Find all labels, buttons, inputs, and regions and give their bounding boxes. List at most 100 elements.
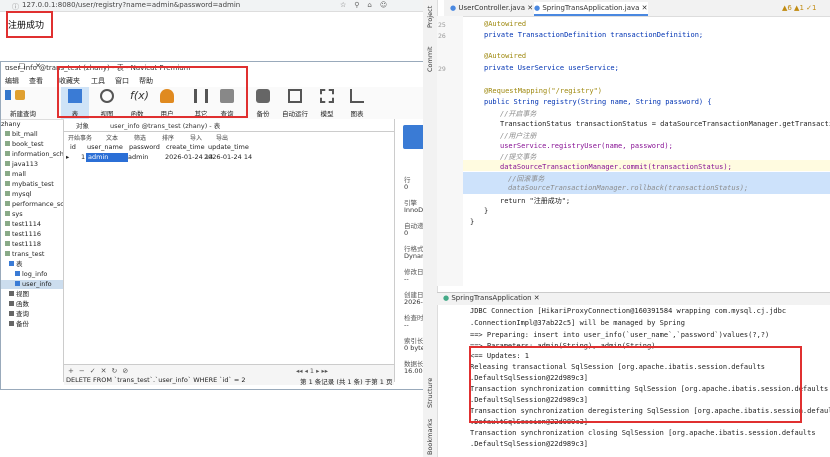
class-icon: ● [534,4,541,12]
database-icon [5,151,10,156]
tree-item-db[interactable]: trans_test [5,250,44,259]
page-indicator[interactable]: ◂◂ ◂ 1 ▸ ▸▸ [296,367,328,375]
tree-item-db[interactable]: mybatis_test [5,180,54,189]
column-header-update-time[interactable]: update_time [208,143,249,152]
commit-tool-button[interactable]: Commit [426,46,434,72]
tree-item-db[interactable]: test1114 [5,220,41,229]
table-icon [15,281,20,286]
cell-update-time[interactable]: 2026-01-24 14 [204,153,252,162]
function-icon [9,301,14,306]
code-comment[interactable]: //用户注册 [500,131,536,141]
database-icon [5,221,10,226]
code-comment[interactable]: //开启事务 [500,109,536,119]
tree-item-db[interactable]: test1116 [5,230,41,239]
structure-tool-button[interactable]: Structure [426,378,434,408]
code-line[interactable]: } [484,207,488,215]
tree-item-connection[interactable]: zhany [1,120,20,129]
database-icon [5,241,10,246]
tree-item-table[interactable]: log_info [15,270,47,279]
column-header-user-name[interactable]: user_name [87,143,123,152]
code-line[interactable]: public String registry(String name, Stri… [484,98,712,106]
inspection-widget[interactable]: ▲6 ▲1 ✓1 [782,2,816,14]
view-icon [9,291,14,296]
code-line[interactable]: @Autowired [484,20,526,28]
data-subtoolbar: 开始事务 文本 筛选 排序 导入 导出 [64,132,394,142]
url-text[interactable]: 127.0.0.1:8080/user/registry?name=admin&… [22,0,240,11]
tree-item-db[interactable]: bit_mall [5,130,38,139]
browser-action-icons[interactable]: ☆⚲⌂☺ [340,0,395,11]
tree-item-db[interactable]: mall [5,170,26,179]
toolbar-model[interactable]: 模型 [313,87,341,119]
tree-item-db[interactable]: mysql [5,190,32,199]
console-line: .ConnectionImpl@37ab22c5] will be manage… [470,319,685,327]
tool-window-strip: Project Commit Structure Bookmarks [423,0,438,457]
code-comment-disabled[interactable]: //回滚事务 [508,174,544,184]
code-line[interactable]: @RequestMapping("/registry") [484,87,602,95]
tree-item-db[interactable]: information_schema [5,150,63,159]
code-line[interactable]: private UserService userService; [484,64,619,72]
column-header-id[interactable]: id [70,143,76,152]
table-folder-icon [9,261,14,266]
tree-item-views[interactable]: 视图 [9,290,29,299]
info-checked-value: -- [404,321,409,329]
tree-item-queries[interactable]: 查询 [9,310,29,319]
editor-tabs: ● UserController.java ✕ ● SpringTransApp… [444,0,830,17]
record-count: 第 1 条记录 (共 1 条) 于第 1 页 [300,378,393,386]
text-button[interactable]: 文本 [106,133,118,142]
record-nav-buttons[interactable]: +−✓✕↻⊘ [68,367,133,375]
tree-item-db[interactable]: sys [5,210,23,219]
export-button[interactable]: 导出 [216,133,228,142]
toolbar-autorun[interactable]: 自动运行 [281,87,309,119]
info-autoinc-value: 0 [404,229,409,237]
tree-item-db[interactable]: test1118 [5,240,41,249]
new-query-button[interactable]: 新建查询 [1,87,45,119]
tree-item-backups[interactable]: 备份 [9,320,29,329]
sort-button[interactable]: 排序 [162,133,174,142]
column-header-create-time[interactable]: create_time [166,143,205,152]
code-line[interactable]: TransactionStatus transactionStatus = da… [500,120,830,128]
new-query-icon [15,90,25,100]
code-line[interactable]: private TransactionDefinition transactio… [484,31,703,39]
cell-password[interactable]: admin [128,153,148,162]
database-icon [5,181,10,186]
tree-item-functions[interactable]: 函数 [9,300,29,309]
tree-item-db[interactable]: java113 [5,160,38,169]
data-grid: id user_name password create_time update… [64,143,394,368]
toolbar-chart[interactable]: 图表 [343,87,371,119]
tree-item-tables[interactable]: 表 [9,260,23,269]
connection-tree: zhany bit_mall book_test information_sch… [1,120,64,382]
code-line[interactable]: } [470,218,474,226]
code-line[interactable]: dataSourceTransactionManager.commit(tran… [500,163,732,171]
info-rows-value: 0 [404,183,409,191]
bookmarks-tool-button[interactable]: Bookmarks [426,419,434,455]
highlight-box-console [469,346,802,423]
tree-item-table-selected[interactable]: user_info [1,280,63,289]
backup-icon [256,89,270,103]
tab-spring-trans-application[interactable]: ● SpringTransApplication.java ✕ [534,2,648,16]
tab-run-console[interactable]: ● SpringTransApplication ✕ [443,294,540,302]
code-line[interactable]: @Autowired [484,52,526,60]
query-icon [9,311,14,316]
tab-objects[interactable]: 对象 [76,120,89,130]
tree-item-db[interactable]: performance_schema [5,200,63,209]
code-comment[interactable]: //提交事务 [500,152,536,162]
tree-item-db[interactable]: book_test [5,140,44,149]
begin-transaction-button[interactable]: 开始事务 [68,133,92,142]
column-header-password[interactable]: password [129,143,160,152]
tab-user-controller[interactable]: ● UserController.java ✕ [450,2,533,14]
menu-edit[interactable]: 编辑 [5,76,19,86]
filter-button[interactable]: 筛选 [134,133,146,142]
toolbar-backup[interactable]: 备份 [249,87,277,119]
code-comment-disabled[interactable]: dataSourceTransactionManager.rollback(tr… [508,184,748,192]
import-button[interactable]: 导入 [190,133,202,142]
cell-id[interactable]: 1 [81,153,85,162]
connection-icon [5,90,11,100]
project-tool-button[interactable]: Project [426,6,434,28]
address-bar[interactable]: ⓘ 127.0.0.1:8080/user/registry?name=admi… [0,0,423,12]
tab-user-info[interactable]: user_info @trans_test (zhany) - 表 [110,120,220,130]
cell-user-name[interactable]: admin [86,153,128,162]
code-line[interactable]: return "注册成功"; [500,196,570,206]
chart-icon [350,89,364,103]
code-line[interactable]: userService.registryUser(name, password)… [500,142,673,150]
menu-view[interactable]: 查看 [29,76,43,86]
